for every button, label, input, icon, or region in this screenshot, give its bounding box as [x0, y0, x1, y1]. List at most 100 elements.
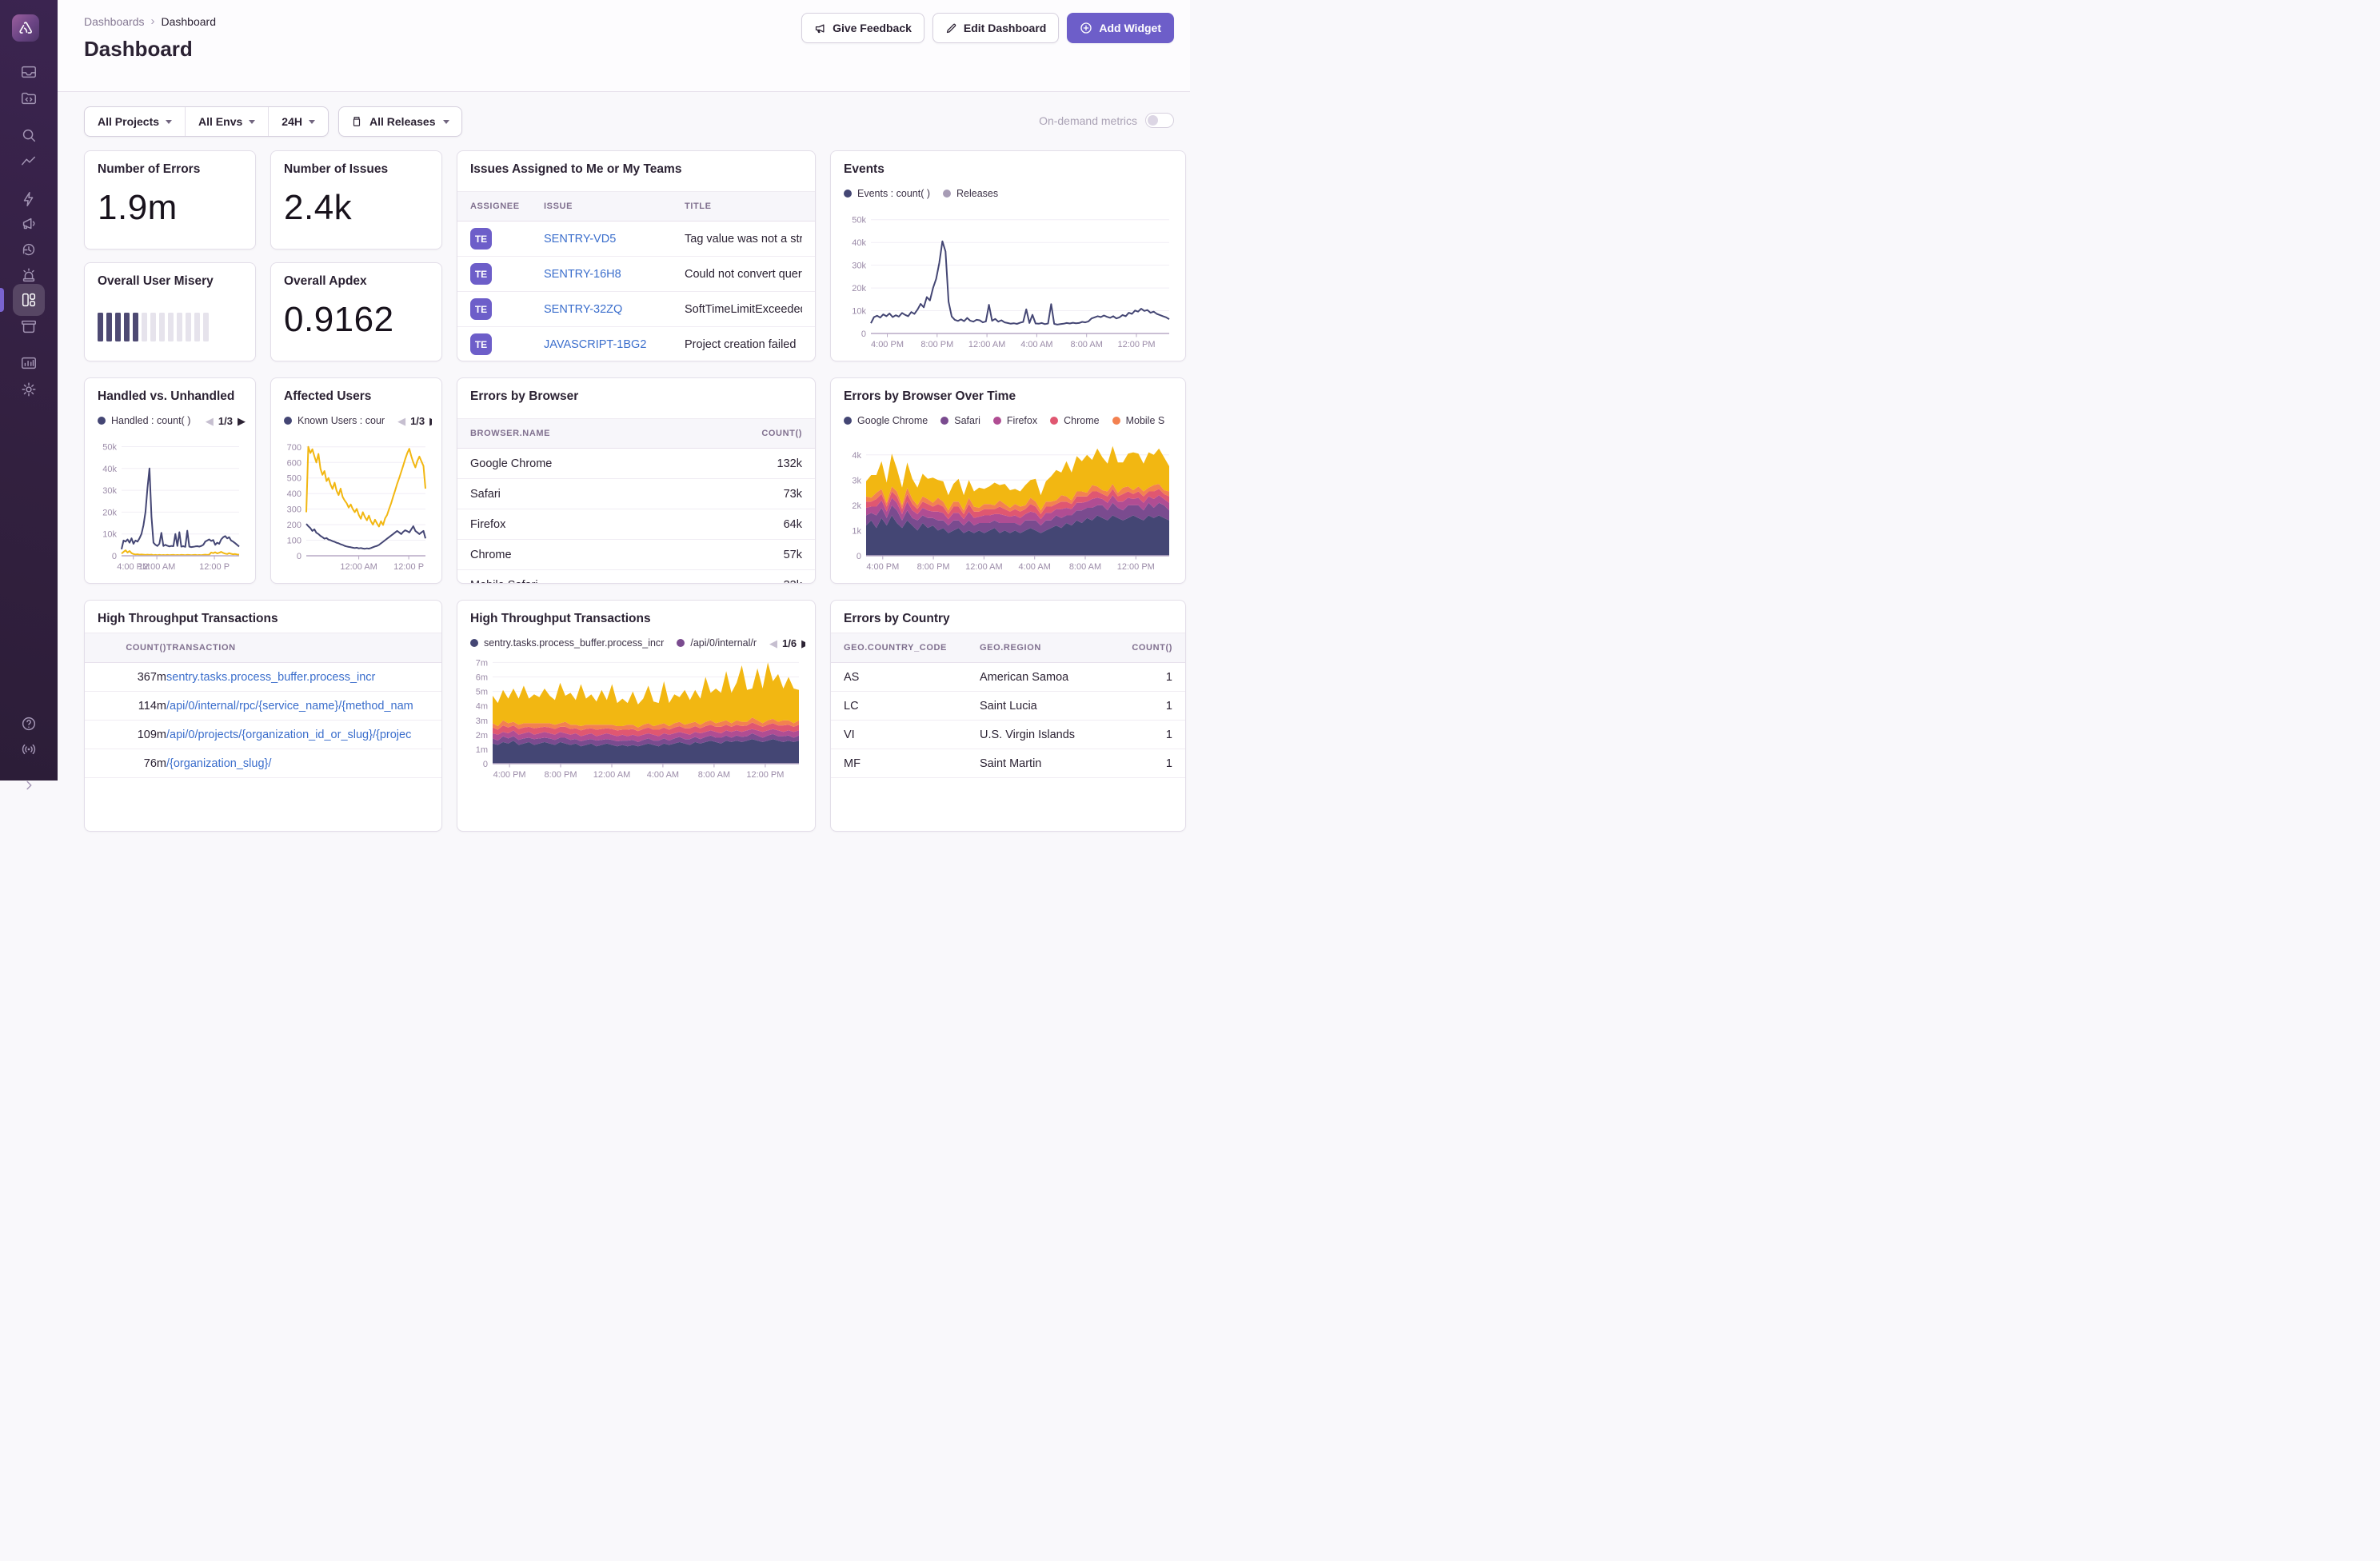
link-cell[interactable]: /{organization_slug}/ [166, 757, 271, 770]
page-indicator: 1/3 [410, 415, 425, 427]
issues-table: ASSIGNEEISSUETITLE TESENTRY-VD5Tag value … [457, 191, 815, 361]
misery-bar [142, 313, 147, 341]
legend-item[interactable]: Chrome [1050, 415, 1099, 426]
broadcast-icon [20, 741, 38, 758]
affected-users-chart[interactable]: 12:00 AM12:00 P0100200300400500600700 [279, 436, 433, 577]
sidebar-item-collapse[interactable] [13, 769, 45, 801]
table-row[interactable]: TESENTRY-16H8Could not convert query [457, 257, 815, 292]
high-throughput-chart[interactable]: 4:00 PM8:00 PM12:00 AM4:00 AM8:00 AM12:0… [465, 652, 807, 784]
table-row[interactable]: Firefox64k [457, 509, 815, 540]
assignee-badge: TE [470, 263, 492, 285]
events-chart[interactable]: 4:00 PM8:00 PM12:00 AM4:00 AM8:00 AM12:0… [839, 209, 1177, 354]
next-arrow[interactable]: ▶ [429, 416, 432, 426]
table-row[interactable]: ASAmerican Samoa1 [831, 663, 1185, 692]
table-row[interactable]: VIU.S. Virgin Islands1 [831, 721, 1185, 749]
table-row[interactable]: LCSaint Lucia1 [831, 692, 1185, 721]
legend-item[interactable]: Events : count( ) [844, 188, 930, 199]
lightning-icon [20, 190, 38, 208]
handled-unhandled-chart[interactable]: 4:00 PM12:00 AM12:00 P010k20k30k40k50k [93, 436, 247, 577]
link-cell[interactable]: sentry.tasks.process_buffer.process_incr [166, 671, 375, 684]
table-cell: MF [844, 757, 980, 770]
misery-bar [115, 313, 121, 341]
column-header[interactable]: ISSUE [544, 202, 685, 211]
table-row[interactable]: Google Chrome132k [457, 449, 815, 479]
legend-item[interactable]: Releases [943, 188, 998, 199]
column-header[interactable]: TRANSACTION [166, 643, 429, 653]
widget-title: Errors by Browser [470, 389, 578, 404]
link-cell[interactable]: /api/0/internal/rpc/{service_name}/{meth… [166, 700, 413, 713]
sidebar-item-projects[interactable] [13, 82, 45, 114]
sidebar-item-releases[interactable] [13, 310, 45, 342]
breadcrumb-current: Dashboard [162, 15, 217, 28]
column-header[interactable]: COUNT() [98, 643, 166, 653]
column-header[interactable]: GEO.COUNTRY_CODE [844, 643, 980, 653]
widget-title: Handled vs. Unhandled [98, 389, 234, 404]
add-widget-button[interactable]: Add Widget [1067, 13, 1174, 43]
table-cell: AS [844, 671, 980, 684]
legend-item[interactable]: /api/0/internal/r [677, 637, 757, 649]
link-cell[interactable]: JAVASCRIPT-1BG2 [544, 338, 646, 351]
legend-item[interactable]: sentry.tasks.process_buffer.process_incr [470, 637, 664, 649]
link-cell[interactable]: SENTRY-16H8 [544, 268, 621, 281]
prev-arrow[interactable]: ◀ [206, 416, 214, 426]
table-row[interactable]: 114m/api/0/internal/rpc/{service_name}/{… [85, 692, 441, 721]
bar-stats-icon [20, 354, 38, 372]
browser-over-time-chart[interactable]: 4:00 PM8:00 PM12:00 AM4:00 AM8:00 AM12:0… [839, 436, 1177, 577]
widget-title: High Throughput Transactions [470, 612, 651, 626]
column-header[interactable]: GEO.REGION [980, 643, 1116, 653]
column-header[interactable]: BROWSER.NAME [470, 429, 730, 438]
legend-item[interactable]: Safari [940, 415, 980, 426]
link-cell[interactable]: /api/0/projects/{organization_id_or_slug… [166, 729, 411, 741]
next-arrow[interactable]: ▶ [238, 416, 246, 426]
sidebar [0, 0, 58, 780]
prev-arrow[interactable]: ◀ [769, 638, 777, 649]
ondemand-metrics-toggle[interactable] [1145, 113, 1174, 128]
table-cell: SENTRY-32ZQ [544, 303, 685, 316]
link-cell[interactable]: SENTRY-32ZQ [544, 303, 622, 316]
legend-item[interactable]: Google Chrome [844, 415, 928, 426]
sidebar-item-traces[interactable] [13, 146, 45, 178]
table-row[interactable]: 367msentry.tasks.process_buffer.process_… [85, 663, 441, 692]
column-header[interactable]: COUNT() [730, 429, 802, 438]
legend-item[interactable]: Mobile S [1112, 415, 1165, 426]
environment-filter[interactable]: All Envs [185, 107, 268, 136]
table-row[interactable]: Mobile Safari33k [457, 570, 815, 584]
breadcrumb-root[interactable]: Dashboards [84, 15, 145, 28]
browser-over-time-legend: Google Chrome Safari Firefox Chrome Mobile S… [844, 412, 1176, 429]
svg-text:1m: 1m [476, 745, 488, 755]
column-header[interactable]: TITLE [685, 202, 802, 211]
sentry-logo[interactable] [12, 14, 39, 42]
sidebar-item-settings[interactable] [13, 373, 45, 405]
archive-box-icon [20, 317, 38, 335]
next-arrow[interactable]: ▶ [801, 638, 805, 649]
link-cell[interactable]: SENTRY-VD5 [544, 233, 616, 246]
svg-text:0: 0 [483, 760, 488, 769]
prev-arrow[interactable]: ◀ [397, 416, 405, 426]
table-row[interactable]: Safari73k [457, 479, 815, 509]
releases-filter[interactable]: All Releases [338, 106, 462, 137]
legend-item[interactable]: Known Users : cour [284, 415, 385, 426]
legend-item[interactable]: Handled : count( ) [98, 415, 190, 426]
table-row[interactable]: MFSaint Martin1 [831, 749, 1185, 778]
project-filter[interactable]: All Projects [85, 107, 185, 136]
give-feedback-button[interactable]: Give Feedback [801, 13, 924, 43]
table-cell: JAVASCRIPT-1BG2 [544, 338, 685, 351]
table-row[interactable]: 109m/api/0/projects/{organization_id_or_… [85, 721, 441, 749]
widget-title: Issues Assigned to Me or My Teams [470, 162, 681, 177]
column-header[interactable]: ASSIGNEE [470, 202, 544, 211]
user-misery-gauge [98, 313, 209, 341]
sidebar-item-whats-new[interactable] [13, 733, 45, 765]
table-row[interactable]: Chrome57k [457, 540, 815, 570]
table-row[interactable]: 76m/{organization_slug}/ [85, 749, 441, 778]
page-header: Dashboards › Dashboard Dashboard Give Fe… [58, 0, 1190, 92]
svg-text:2k: 2k [852, 501, 861, 511]
table-row[interactable]: TESENTRY-32ZQSoftTimeLimitExceeded [457, 292, 815, 327]
svg-text:3m: 3m [476, 717, 488, 726]
table-cell: Saint Martin [980, 757, 1116, 770]
date-range-filter[interactable]: 24H [268, 107, 328, 136]
table-row[interactable]: TESENTRY-VD5Tag value was not a strin [457, 222, 815, 257]
legend-item[interactable]: Firefox [993, 415, 1037, 426]
column-header[interactable]: COUNT() [1116, 643, 1172, 653]
table-row[interactable]: TEJAVASCRIPT-1BG2Project creation failed [457, 327, 815, 361]
edit-dashboard-button[interactable]: Edit Dashboard [932, 13, 1059, 43]
